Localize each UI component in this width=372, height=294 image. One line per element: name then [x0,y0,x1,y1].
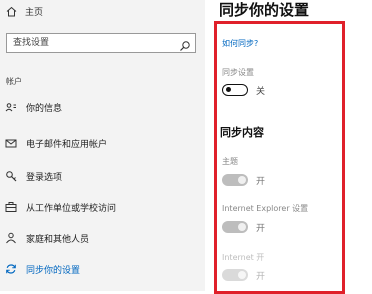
sidebar: 主页 帐户 你的信息 电子邮件和应用帐户 登录选项 从工作单位或学校访问 [0,0,205,291]
sidebar-item-label: 你的信息 [26,103,63,114]
home-nav-item[interactable]: 主页 [6,3,43,19]
sidebar-item-label: 从工作单位或学校访问 [26,203,117,214]
search-box[interactable] [6,33,196,53]
theme-state: 开 [256,177,266,187]
person-card-icon [5,101,17,113]
sidebar-item-label: 电子邮件和应用帐户 [26,139,108,150]
ie-settings-label: Internet Explorer 设置 [222,204,309,213]
home-icon [6,6,17,17]
ie-settings-toggle[interactable] [222,221,248,233]
sidebar-item-your-info[interactable]: 你的信息 [0,97,205,117]
sync-icon [5,263,17,275]
search-icon[interactable] [179,37,191,51]
sidebar-item-work-school[interactable]: 从工作单位或学校访问 [0,197,205,217]
how-to-sync-link[interactable]: 如何同步? [222,38,258,49]
search-input[interactable] [7,34,177,52]
home-label: 主页 [25,7,44,18]
internet-label: Internet 开 [222,253,265,262]
briefcase-icon [5,201,17,213]
sync-settings-toggle[interactable] [222,84,248,96]
sidebar-item-email-accounts[interactable]: 电子邮件和应用帐户 [0,133,205,153]
mail-icon [5,137,17,149]
internet-toggle[interactable] [222,269,248,281]
sidebar-item-sign-in-options[interactable]: 登录选项 [0,166,205,186]
theme-label: 主题 [222,157,238,166]
main-content: 同步你的设置 如何同步? 同步设置 关 同步内容 主题 开 Internet E… [205,0,372,294]
page-title: 同步你的设置 [219,1,310,19]
internet-state: 开 [256,272,266,282]
sidebar-item-sync-settings[interactable]: 同步你的设置 [0,259,205,279]
person-icon [5,232,17,244]
section-label-accounts: 帐户 [6,77,22,86]
sidebar-item-label: 登录选项 [26,172,63,183]
theme-toggle[interactable] [222,174,248,186]
sync-settings-label: 同步设置 [222,68,254,77]
sidebar-item-family[interactable]: 家庭和其他人员 [0,228,205,248]
sidebar-item-label: 同步你的设置 [26,265,81,276]
sync-content-heading: 同步内容 [220,126,264,139]
sidebar-item-label: 家庭和其他人员 [26,234,90,245]
ie-settings-state: 开 [256,224,266,234]
key-icon [5,170,17,182]
sync-settings-state: 关 [256,87,266,97]
